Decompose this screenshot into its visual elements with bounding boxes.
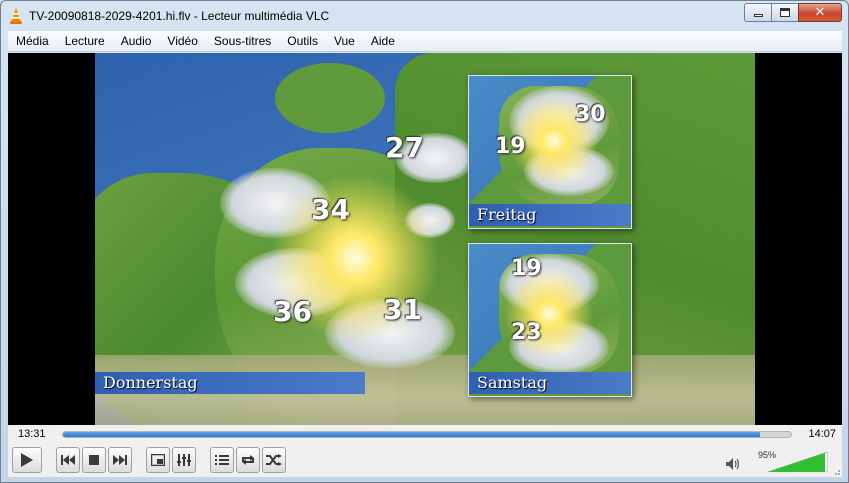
close-button[interactable]: ✕ <box>798 3 842 22</box>
playlist-icon <box>215 455 229 465</box>
next-icon <box>113 455 127 465</box>
vlc-window: TV-20090818-2029-4201.hi.flv - Lecteur m… <box>0 0 849 483</box>
equalizer-icon <box>177 454 191 466</box>
resize-grip-icon[interactable] <box>831 466 841 476</box>
current-time: 13:31 <box>18 428 46 440</box>
temperature-label: 27 <box>385 131 424 164</box>
fullscreen-icon <box>151 454 165 466</box>
close-icon: ✕ <box>814 5 826 20</box>
menu-playback[interactable]: Lecture <box>57 31 113 52</box>
seek-progress <box>63 432 761 437</box>
menu-video[interactable]: Vidéo <box>159 31 205 52</box>
day-label: Samstag <box>469 372 631 394</box>
minimize-icon <box>753 14 763 17</box>
extended-settings-button[interactable] <box>172 447 196 473</box>
speaker-icon[interactable] <box>726 458 740 470</box>
video-frame: 27 34 36 31 Donnerstag 19 30 Freitag 19 <box>95 53 755 425</box>
play-button[interactable] <box>12 447 42 473</box>
temperature-label: 36 <box>273 295 312 328</box>
video-area[interactable]: 27 34 36 31 Donnerstag 19 30 Freitag 19 <box>8 53 842 425</box>
menu-subtitles[interactable]: Sous-titres <box>206 31 279 52</box>
sun-icon <box>504 269 594 359</box>
menu-view[interactable]: Vue <box>326 31 363 52</box>
next-button[interactable] <box>108 447 132 473</box>
menu-media[interactable]: Média <box>8 31 57 52</box>
playlist-button[interactable] <box>210 447 234 473</box>
weather-map-land <box>275 63 385 133</box>
forecast-inset-friday: 19 30 Freitag <box>468 75 632 229</box>
controls-bar: 95% <box>8 444 842 477</box>
forecast-inset-saturday: 19 23 Samstag <box>468 243 632 397</box>
previous-button[interactable] <box>56 447 80 473</box>
temperature-label: 19 <box>495 134 526 159</box>
temperature-label: 23 <box>511 320 542 345</box>
volume-slider[interactable] <box>768 452 828 472</box>
vlc-cone-icon <box>10 8 22 24</box>
maximize-icon <box>780 8 790 17</box>
title-bar[interactable]: TV-20090818-2029-4201.hi.flv - Lecteur m… <box>1 1 848 31</box>
menu-audio[interactable]: Audio <box>113 31 160 52</box>
loop-button[interactable] <box>236 447 260 473</box>
previous-icon <box>61 455 75 465</box>
stop-button[interactable] <box>82 447 106 473</box>
fullscreen-button[interactable] <box>146 447 170 473</box>
stop-icon <box>89 455 99 465</box>
seek-slider[interactable] <box>62 431 792 438</box>
shuffle-icon <box>266 454 282 466</box>
window-controls: ✕ <box>744 3 842 22</box>
loop-icon <box>242 455 254 465</box>
minimize-button[interactable] <box>744 3 771 22</box>
temperature-label: 30 <box>575 102 606 127</box>
temperature-label: 34 <box>311 193 350 226</box>
day-label: Freitag <box>469 204 631 226</box>
total-time: 14:07 <box>808 428 836 440</box>
seek-row: 13:31 14:07 <box>8 425 842 444</box>
temperature-label: 31 <box>383 293 422 326</box>
day-label: Donnerstag <box>95 372 365 394</box>
play-icon <box>21 453 33 467</box>
temperature-label: 19 <box>511 256 542 281</box>
shuffle-button[interactable] <box>262 447 286 473</box>
window-title: TV-20090818-2029-4201.hi.flv - Lecteur m… <box>29 9 330 23</box>
menu-bar: Média Lecture Audio Vidéo Sous-titres Ou… <box>8 31 842 52</box>
menu-help[interactable]: Aide <box>363 31 403 52</box>
maximize-button[interactable] <box>771 3 798 22</box>
menu-tools[interactable]: Outils <box>279 31 326 52</box>
